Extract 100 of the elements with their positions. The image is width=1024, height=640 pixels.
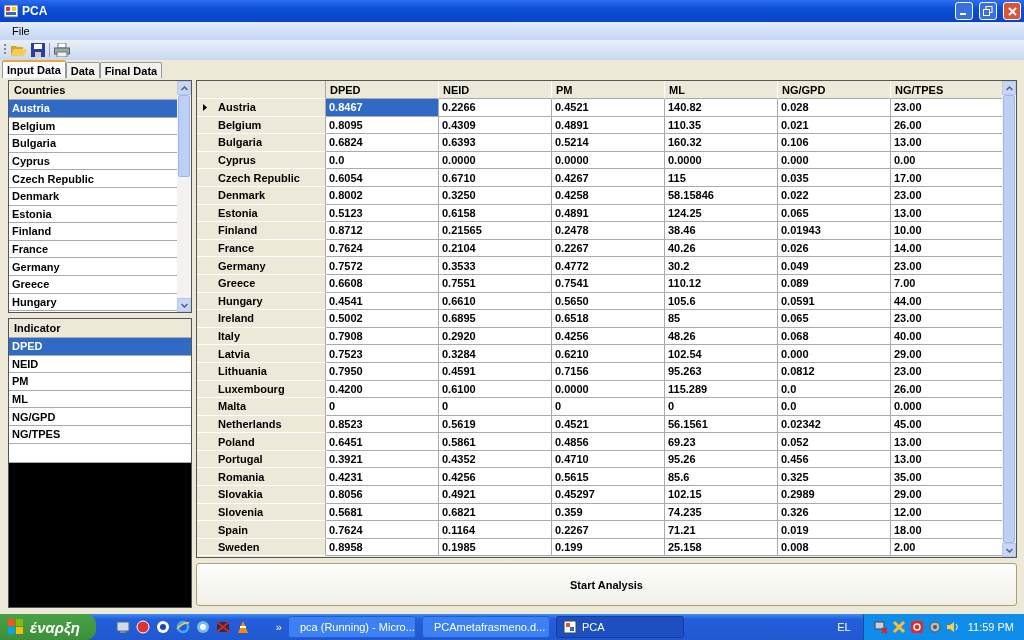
table-cell[interactable]: 0.4521 <box>552 99 665 117</box>
table-cell[interactable]: 69.23 <box>665 433 778 451</box>
table-cell[interactable]: 85 <box>665 310 778 328</box>
table-cell[interactable]: 0.6393 <box>439 134 552 152</box>
table-cell[interactable]: 160.32 <box>665 134 778 152</box>
taskbar-button[interactable]: PCA <box>555 616 684 638</box>
table-cell[interactable]: 0.21565 <box>439 222 552 240</box>
table-cell[interactable]: 0.3284 <box>439 345 552 363</box>
table-cell[interactable]: 140.82 <box>665 99 778 117</box>
network-icon[interactable] <box>873 620 888 634</box>
row-header[interactable]: Germany <box>197 257 326 275</box>
table-cell[interactable]: 0.8056 <box>326 486 439 504</box>
table-cell[interactable]: 0.5861 <box>439 433 552 451</box>
row-header[interactable]: Malta <box>197 398 326 416</box>
tab[interactable]: Final Data <box>99 62 163 78</box>
scroll-up-button[interactable] <box>1002 81 1016 95</box>
browser-icon[interactable] <box>175 620 190 634</box>
table-cell[interactable]: 102.54 <box>665 345 778 363</box>
list-item[interactable]: PM <box>9 373 191 391</box>
column-header[interactable]: ML <box>665 81 778 99</box>
language-indicator[interactable]: EL <box>837 621 857 633</box>
table-cell[interactable]: 0.7523 <box>326 345 439 363</box>
table-cell[interactable]: 0.000 <box>891 398 1004 416</box>
table-cell[interactable]: 0.2266 <box>439 99 552 117</box>
row-header[interactable]: Spain <box>197 521 326 539</box>
overflow-chevron[interactable]: » <box>275 621 282 633</box>
table-cell[interactable]: 29.00 <box>891 486 1004 504</box>
table-cell[interactable]: 0.000 <box>778 345 891 363</box>
row-header[interactable]: Ireland <box>197 310 326 328</box>
table-cell[interactable]: 0.7572 <box>326 257 439 275</box>
table-cell[interactable]: 0 <box>552 398 665 416</box>
menu-item[interactable]: File <box>6 24 36 38</box>
table-cell[interactable]: 102.15 <box>665 486 778 504</box>
table-cell[interactable]: 0.4267 <box>552 169 665 187</box>
table-cell[interactable]: 10.00 <box>891 222 1004 240</box>
table-cell[interactable]: 13.00 <box>891 134 1004 152</box>
circle-icon[interactable] <box>195 620 210 634</box>
list-item[interactable]: Bulgaria <box>9 135 177 153</box>
table-cell[interactable]: 0.325 <box>778 468 891 487</box>
start-button[interactable]: έναρξη <box>0 614 96 640</box>
table-cell[interactable]: 0.106 <box>778 134 891 152</box>
cone-icon[interactable] <box>235 620 250 634</box>
circle-icon[interactable] <box>155 620 170 634</box>
table-cell[interactable]: 0.4921 <box>439 486 552 504</box>
row-header[interactable]: Czech Republic <box>197 169 326 187</box>
list-item[interactable]: ML <box>9 390 191 409</box>
scroll-thumb[interactable] <box>1003 95 1015 543</box>
row-header[interactable]: Finland <box>197 222 326 240</box>
maximize-button[interactable] <box>979 2 997 20</box>
desktop-icon[interactable] <box>115 620 130 634</box>
list-item[interactable]: Germany <box>9 258 177 276</box>
table-cell[interactable]: 23.00 <box>891 99 1004 117</box>
table-cell[interactable]: 38.46 <box>665 222 778 240</box>
row-header[interactable]: Austria <box>197 99 326 117</box>
table-cell[interactable]: 0.4772 <box>552 257 665 275</box>
table-cell[interactable]: 0.049 <box>778 257 891 275</box>
row-header[interactable]: Romania <box>197 468 326 487</box>
flag-icon[interactable] <box>215 620 230 634</box>
table-cell[interactable]: 0.6210 <box>552 345 665 363</box>
taskbar-button[interactable]: PCAmetafrasmeno.d... <box>421 616 550 638</box>
start-analysis-button[interactable]: Start Analysis <box>196 563 1017 606</box>
table-cell[interactable]: 17.00 <box>891 169 1004 187</box>
table-cell[interactable]: 0.45297 <box>552 486 665 504</box>
column-header[interactable]: NG/GPD <box>778 81 891 99</box>
table-cell[interactable]: 0.4856 <box>552 433 665 451</box>
table-cell[interactable]: 0.5214 <box>552 134 665 152</box>
row-header[interactable]: Bulgaria <box>197 134 326 152</box>
column-header[interactable]: DPED <box>326 81 439 99</box>
table-cell[interactable]: 0.6054 <box>326 169 439 187</box>
scrollbar[interactable] <box>1002 81 1016 557</box>
print-icon[interactable] <box>54 43 70 57</box>
list-item[interactable]: NEID <box>9 355 191 374</box>
list-item[interactable]: NG/TPES <box>9 425 191 444</box>
close-button[interactable] <box>1003 2 1021 20</box>
column-header[interactable]: NEID <box>439 81 552 99</box>
table-cell[interactable]: 0.5615 <box>552 468 665 487</box>
table-cell[interactable]: 0.2478 <box>552 222 665 240</box>
table-cell[interactable]: 13.00 <box>891 433 1004 451</box>
speaker-icon[interactable] <box>945 620 960 634</box>
table-cell[interactable]: 0.4231 <box>326 468 439 487</box>
row-header[interactable]: Latvia <box>197 345 326 363</box>
table-cell[interactable]: 115 <box>665 169 778 187</box>
table-cell[interactable]: 0.1164 <box>439 521 552 539</box>
minimize-button[interactable] <box>955 2 973 20</box>
list-item[interactable]: Czech Republic <box>9 170 177 188</box>
table-cell[interactable]: 23.00 <box>891 310 1004 328</box>
table-cell[interactable]: 0.3533 <box>439 257 552 275</box>
list-item[interactable]: NG/GPD <box>9 408 191 426</box>
table-cell[interactable]: 85.6 <box>665 468 778 487</box>
table-cell[interactable]: 0.5002 <box>326 310 439 328</box>
table-cell[interactable]: 0.8467 <box>326 99 439 117</box>
table-cell[interactable]: 0.01943 <box>778 222 891 240</box>
table-cell[interactable]: 0.6451 <box>326 433 439 451</box>
row-header[interactable]: Poland <box>197 433 326 451</box>
table-cell[interactable]: 0.065 <box>778 310 891 328</box>
table-cell[interactable]: 23.00 <box>891 257 1004 275</box>
table-cell[interactable]: 0.7624 <box>326 521 439 539</box>
row-header[interactable]: Slovakia <box>197 486 326 504</box>
circle-icon[interactable] <box>135 620 150 634</box>
gear-icon[interactable] <box>927 620 942 634</box>
